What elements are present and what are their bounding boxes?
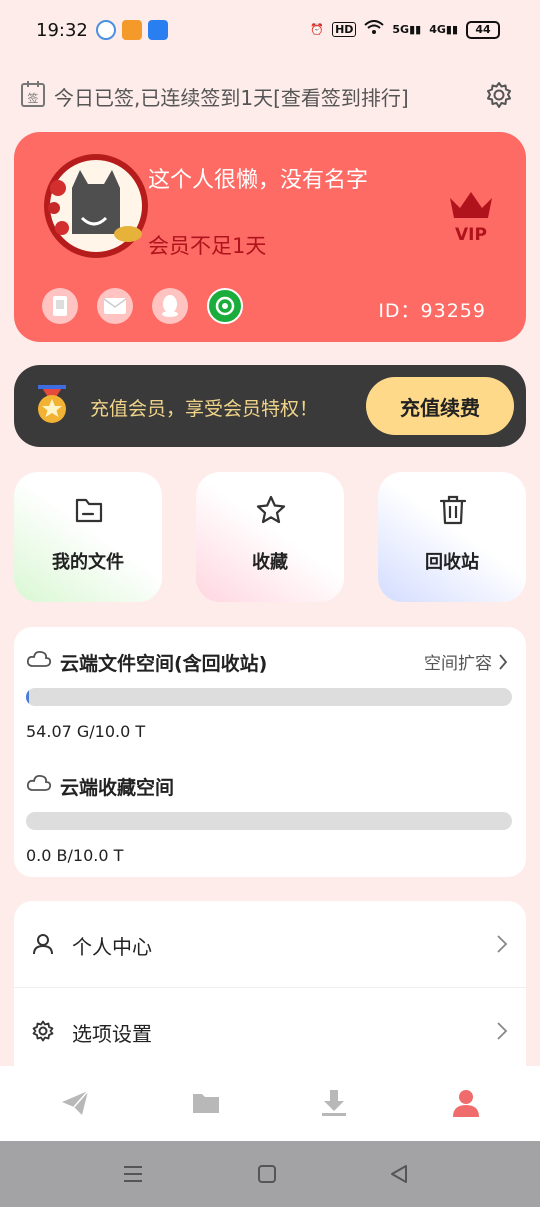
vip-label: VIP: [455, 225, 487, 244]
app-notification-icon: [122, 20, 142, 40]
signal-5g-icon: 5G▮▮: [392, 23, 422, 36]
favorites-storage-bar: [26, 812, 512, 830]
trash-icon: [437, 494, 469, 526]
vip-crown-icon: VIP: [446, 188, 496, 245]
tile-my-files[interactable]: 我的文件: [14, 472, 162, 602]
favorites-storage-usage: 0.0 B/10.0 T: [26, 846, 124, 865]
signin-text: 今日已签,已连续签到1天[查看签到排行]: [54, 85, 409, 110]
tile-label: 回收站: [425, 552, 479, 573]
profile-icon[interactable]: [451, 1088, 481, 1118]
tile-favorites[interactable]: 收藏: [196, 472, 344, 602]
app-notification-icon: [148, 20, 168, 40]
home-icon[interactable]: [256, 1163, 278, 1185]
tile-recycle-bin[interactable]: 回收站: [378, 472, 526, 602]
tile-label: 我的文件: [52, 552, 124, 573]
mail-icon[interactable]: [97, 288, 133, 324]
download-icon[interactable]: [319, 1088, 349, 1118]
profile-card[interactable]: 这个人很懒，没有名字 会员不足1天 VIP ID：93259: [14, 132, 526, 342]
menu-list: 个人中心 选项设置: [14, 901, 526, 1081]
cloud-storage-bar: [26, 688, 512, 706]
gear-icon: [487, 82, 511, 108]
expand-storage-link[interactable]: 空间扩容: [424, 649, 508, 674]
svg-text:签: 签: [28, 91, 39, 105]
status-app-icons: [96, 20, 168, 40]
app-notification-icon: [96, 20, 116, 40]
member-status: 会员不足1天: [148, 234, 267, 258]
expand-storage-label: 空间扩容: [424, 654, 492, 674]
status-time: 19:32: [36, 20, 88, 41]
cloud-icon: [26, 774, 52, 791]
signal-4g-label: 4G: [429, 23, 446, 36]
tile-label: 收藏: [252, 552, 288, 573]
menu-label: 个人中心: [72, 935, 152, 959]
recharge-banner: 充值会员，享受会员特权！ 充值续费: [14, 365, 526, 447]
qq-icon[interactable]: [152, 288, 188, 324]
settings-button[interactable]: [484, 80, 514, 110]
chevron-right-icon: [499, 653, 508, 670]
folder-icon: [73, 494, 105, 526]
hd-icon: HD: [332, 22, 357, 37]
signal-5g-label: 5G: [392, 23, 410, 36]
chevron-right-icon: [497, 1022, 508, 1040]
wechat-icon[interactable]: [207, 288, 243, 324]
star-icon: [255, 494, 287, 526]
user-id: ID：93259: [378, 300, 486, 322]
battery-icon: 44: [466, 20, 500, 39]
wifi-icon: [364, 20, 385, 39]
recharge-text: 充值会员，享受会员特权！: [90, 398, 319, 420]
cloud-storage-usage: 54.07 G/10.0 T: [26, 722, 146, 741]
send-icon[interactable]: [60, 1088, 90, 1118]
username: 这个人很懒，没有名字: [148, 168, 369, 193]
signal-4g-icon: 4G▮▮: [429, 23, 458, 36]
storage-card: 云端文件空间(含回收站) 空间扩容 54.07 G/10.0 T 云端收藏空间 …: [14, 627, 526, 877]
menu-label: 选项设置: [72, 1022, 152, 1046]
cloud-storage-title: 云端文件空间(含回收站): [60, 653, 268, 675]
bottom-nav: [0, 1066, 540, 1141]
user-icon: [33, 934, 53, 955]
chevron-right-icon: [497, 935, 508, 953]
menu-item-option-settings[interactable]: 选项设置: [14, 987, 526, 1073]
status-indicators: ⏰ HD 5G▮▮ 4G▮▮ 44: [310, 20, 500, 39]
signin-link[interactable]: 签 今日已签,已连续签到1天[查看签到排行]: [20, 80, 409, 112]
alarm-icon: ⏰: [310, 23, 325, 36]
favorites-storage-title: 云端收藏空间: [60, 777, 175, 799]
cloud-icon: [26, 650, 52, 667]
cloud-storage-fill: [26, 688, 29, 706]
phone-icon[interactable]: [42, 288, 78, 324]
system-nav-bar: [0, 1141, 540, 1207]
medal-icon: [34, 385, 70, 425]
back-icon[interactable]: [388, 1163, 410, 1185]
folder-icon[interactable]: [191, 1088, 221, 1118]
menu-item-personal-center[interactable]: 个人中心: [14, 901, 526, 987]
status-bar: 19:32 ⏰ HD 5G▮▮ 4G▮▮ 44: [0, 0, 540, 64]
social-links: [42, 288, 243, 324]
gear-icon: [32, 1020, 54, 1042]
recharge-button[interactable]: 充值续费: [366, 377, 514, 435]
recent-apps-icon[interactable]: [122, 1163, 144, 1185]
avatar[interactable]: [36, 148, 152, 264]
calendar-icon: 签: [20, 80, 46, 112]
